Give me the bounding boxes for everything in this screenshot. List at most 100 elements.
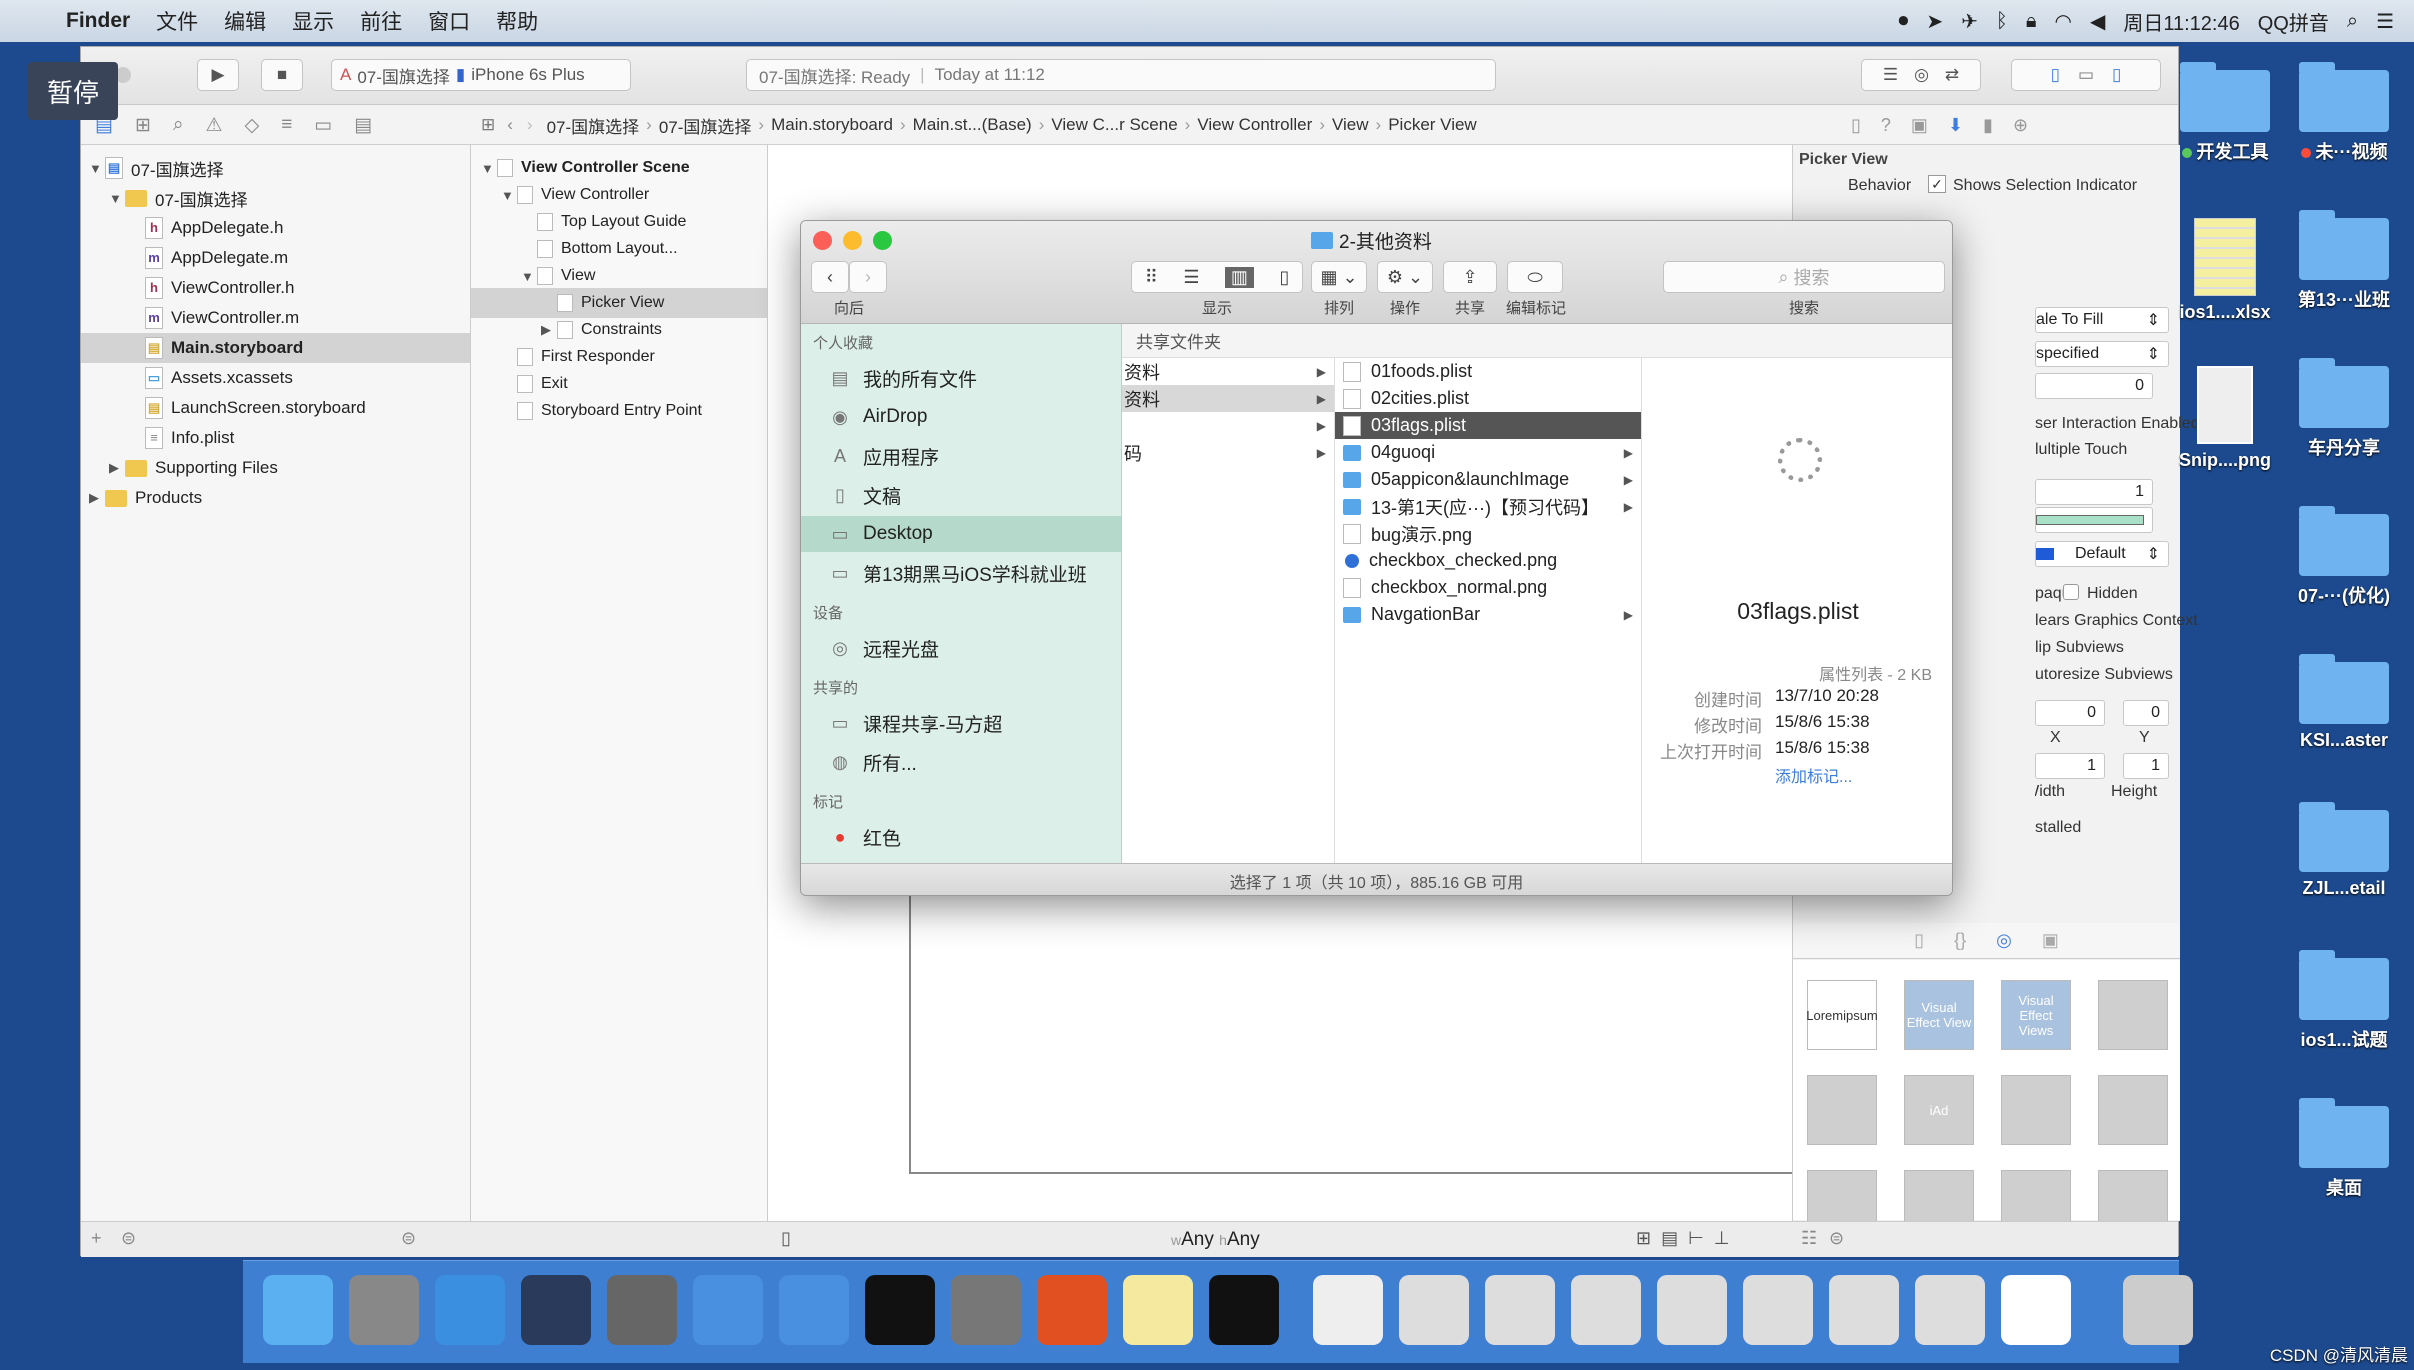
bluetooth-icon[interactable]: ᛒ — [1996, 10, 2008, 33]
breadcrumb-item[interactable]: Picker View — [1388, 115, 1477, 135]
add-icon[interactable]: + — [91, 1228, 102, 1249]
issue-navigator-icon[interactable]: ⚠ — [206, 114, 223, 137]
utilities-toggle-icon[interactable]: ▯ — [2112, 65, 2121, 85]
version-editor-icon[interactable]: ⇄ — [1945, 65, 1959, 85]
library-object[interactable] — [1807, 1075, 1877, 1145]
hidden-checkbox[interactable] — [2063, 584, 2079, 600]
finder-icon[interactable] — [263, 1275, 333, 1345]
add-tags-link[interactable]: 添加标记... — [1775, 763, 1852, 787]
xcode-icon[interactable] — [693, 1275, 763, 1345]
search-field[interactable]: ⌕ 搜索 — [1663, 261, 1945, 293]
breakpoint-navigator-icon[interactable]: ▭ — [314, 114, 332, 137]
mouse-icon[interactable] — [521, 1275, 591, 1345]
menu-view[interactable]: 显示 — [292, 6, 334, 36]
outline-item[interactable]: ▼ View Controller — [471, 180, 767, 210]
navigator-item[interactable]: ▤ LaunchScreen.storyboard — [81, 393, 470, 423]
navigator-item[interactable]: m ViewController.m — [81, 303, 470, 333]
breadcrumb-item[interactable]: Main.st...(Base) — [913, 115, 1032, 135]
clock[interactable]: 周日11:12:46 — [2123, 7, 2239, 36]
disclosure-triangle-icon[interactable]: ▼ — [481, 161, 497, 176]
standard-editor-icon[interactable]: ☰ — [1883, 65, 1898, 85]
size-class-control[interactable]: wAny hAny — [1171, 1229, 1260, 1251]
object-library-icon[interactable]: ◎ — [1996, 930, 2012, 951]
outline-item[interactable]: Bottom Layout... — [471, 234, 767, 264]
share-button[interactable]: ⇪ — [1443, 261, 1497, 293]
instruments-icon[interactable] — [779, 1275, 849, 1345]
menu-help[interactable]: 帮助 — [496, 6, 538, 36]
file-item[interactable]: checkbox_checked.png — [1335, 547, 1641, 574]
screenshot-icon[interactable] — [1915, 1275, 1985, 1345]
stop-button[interactable]: ■ — [261, 59, 303, 91]
lock-icon[interactable]: 🔒︎ — [2026, 10, 2037, 33]
screenshot-icon[interactable] — [1485, 1275, 1555, 1345]
file-item[interactable]: 01foods.plist — [1335, 358, 1641, 385]
background-color-well[interactable] — [2035, 507, 2153, 533]
size-inspector-icon[interactable]: ▮ — [1983, 115, 1993, 136]
back-button[interactable]: ‹ — [811, 261, 849, 293]
run-button[interactable]: ▶ — [197, 59, 239, 91]
library-object[interactable] — [2001, 1075, 2071, 1145]
notification-center-icon[interactable]: ☰ — [2376, 9, 2394, 34]
library-grid-icon[interactable]: ☷ — [1801, 1228, 1817, 1249]
safari-icon[interactable] — [435, 1275, 505, 1345]
desktop-item[interactable]: 第13···业班 — [2284, 210, 2404, 312]
content-mode-select[interactable]: ale To Fill ⇕ — [2035, 307, 2169, 333]
system-preferences-icon[interactable] — [951, 1275, 1021, 1345]
debug-toggle-icon[interactable]: ▭ — [2078, 65, 2094, 85]
library-object[interactable]: Loremipsum — [1806, 980, 1878, 1050]
sidebar-item[interactable]: ▤ 我的所有文件 — [801, 360, 1121, 396]
identity-inspector-icon[interactable]: ▣ — [1911, 115, 1928, 136]
outline-toggle-icon[interactable]: ▯ — [781, 1228, 791, 1249]
desktop-item[interactable]: ios1...试题 — [2284, 950, 2404, 1052]
desktop-item[interactable]: ZJL...etail — [2284, 802, 2404, 899]
outline-item[interactable]: Top Layout Guide — [471, 207, 767, 237]
autolayout-buttons[interactable]: ⊞▤⊢⊥ — [1636, 1228, 1739, 1249]
sidebar-item[interactable]: A 应用程序 — [801, 438, 1121, 474]
desktop-item[interactable]: 未···视频 — [2284, 62, 2404, 164]
edit-tags-button[interactable]: ⬭ — [1507, 261, 1563, 293]
menu-edit[interactable]: 编辑 — [224, 6, 266, 36]
coverflow-view-icon[interactable]: ▯ — [1279, 267, 1289, 288]
trash-icon[interactable] — [2123, 1275, 2193, 1345]
semantic-select[interactable]: specified ⇕ — [2035, 341, 2169, 367]
sidebar-item[interactable]: ▭ 第13期黑马iOS学科就业班 — [801, 555, 1121, 591]
clip-label[interactable]: lip Subviews — [2035, 639, 2124, 657]
library-filter-icon[interactable]: ⊜ — [1829, 1228, 1844, 1249]
console-icon[interactable] — [1209, 1275, 1279, 1345]
disclosure-triangle-icon[interactable]: ▶ — [109, 460, 125, 476]
navigator-toggle-icon[interactable]: ▯ — [2051, 65, 2060, 85]
file-item[interactable]: 02cities.plist — [1335, 385, 1641, 412]
back-icon[interactable]: ‹ — [507, 115, 513, 135]
navigator-item[interactable]: ▼ 07-国旗选择 — [81, 183, 470, 213]
navigator-item[interactable]: ▭ Assets.xcassets — [81, 363, 470, 393]
navigator-item[interactable]: ▶ Products — [81, 483, 470, 513]
outline-item[interactable]: Exit — [471, 369, 767, 399]
sidebar-item[interactable]: ▭ Desktop — [801, 516, 1121, 552]
file-item[interactable]: 03flags.plist — [1335, 412, 1641, 439]
screenshot-icon[interactable] — [1571, 1275, 1641, 1345]
disclosure-triangle-icon[interactable]: ▶ — [541, 322, 557, 338]
installed-label[interactable]: stalled — [2035, 819, 2081, 837]
desktop-item[interactable]: KSI...aster — [2284, 654, 2404, 751]
find-navigator-icon[interactable]: ⌕ — [173, 114, 184, 136]
desktop-item[interactable]: ios1....xlsx — [2165, 218, 2285, 323]
y-field[interactable]: 0 — [2123, 700, 2169, 726]
column-item[interactable]: ▶ — [1122, 412, 1334, 439]
desktop-item[interactable]: Snip....png — [2165, 366, 2285, 471]
disclosure-triangle-icon[interactable]: ▼ — [109, 191, 125, 206]
navigator-item[interactable]: ▶ Supporting Files — [81, 453, 470, 483]
editor-mode-buttons[interactable]: ☰ ◎ ⇄ — [1861, 59, 1981, 91]
menu-go[interactable]: 前往 — [360, 6, 402, 36]
assistant-editor-icon[interactable]: ◎ — [1914, 65, 1929, 85]
tint-select[interactable]: Default ⇕ — [2035, 541, 2169, 567]
desktop-item[interactable]: 07-···(优化) — [2284, 506, 2404, 608]
desktop-item[interactable]: 开发工具 — [2165, 62, 2285, 164]
alpha-field[interactable]: 1 — [2035, 479, 2153, 505]
multiple-touch-label[interactable]: lultiple Touch — [2035, 441, 2127, 459]
disclosure-triangle-icon[interactable]: ▼ — [521, 269, 537, 284]
autoresize-label[interactable]: utoresize Subviews — [2035, 666, 2173, 684]
location-icon[interactable]: ➤ — [1926, 9, 1943, 34]
breadcrumb-item[interactable]: 07-国旗选择 — [547, 113, 640, 138]
file-item[interactable]: NavgationBar ▶ — [1335, 601, 1641, 628]
screenshot-icon[interactable] — [1829, 1275, 1899, 1345]
